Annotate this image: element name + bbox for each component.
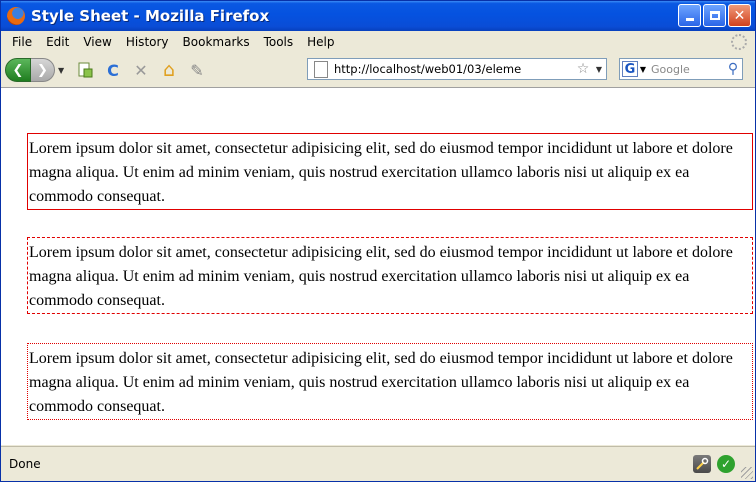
page-icon [78,62,93,78]
addon-icon: ✎ [190,60,204,80]
firefox-logo-icon [7,7,25,25]
forward-arrow-icon: ❯ [37,62,48,78]
dashed-border-paragraph: Lorem ipsum dolor sit amet, consectetur … [27,237,753,314]
browser-window: Style Sheet - Mozilla Firefox ✕ File Edi… [0,0,756,482]
back-button[interactable]: ❮ [5,58,31,82]
status-text: Done [9,457,41,471]
wrench-icon [696,457,709,470]
menu-edit[interactable]: Edit [39,35,76,49]
activity-throbber-icon [731,34,747,50]
home-icon: ⌂ [162,59,176,81]
check-icon: ✓ [720,457,732,471]
maximize-button[interactable] [703,4,726,27]
menu-tools[interactable]: Tools [257,35,301,49]
close-button[interactable]: ✕ [728,4,751,27]
menu-file[interactable]: File [5,35,39,49]
google-engine-icon[interactable]: G [622,61,638,77]
close-icon: ✕ [733,7,746,24]
url-text[interactable]: http://localhost/web01/03/eleme [334,62,574,76]
window-controls: ✕ [678,4,751,27]
solid-border-paragraph: Lorem ipsum dolor sit amet, consectetur … [27,133,753,210]
reload-icon: C [107,60,119,80]
status-icons: ✓ [693,455,735,473]
url-bar[interactable]: http://localhost/web01/03/eleme ☆ ▼ [307,58,607,80]
devtools-icon[interactable] [693,455,711,473]
search-go-icon[interactable]: ⚲ [724,61,742,77]
dotted-border-paragraph: Lorem ipsum dolor sit amet, consectetur … [27,343,753,420]
addon-button[interactable]: ✎ [186,59,208,81]
minimize-icon [685,18,694,21]
menu-help[interactable]: Help [300,35,341,49]
menu-history[interactable]: History [119,35,176,49]
search-bar[interactable]: G ▼ Google ⚲ [619,58,743,80]
menu-bar: File Edit View History Bookmarks Tools H… [1,31,755,53]
status-bar: Done ✓ [1,446,755,481]
search-input[interactable]: Google [648,63,724,76]
stop-button[interactable]: ✕ [130,59,152,81]
back-forward-group: ❮ ❯ ▼ [5,58,68,82]
bookmark-star-icon[interactable]: ☆ [574,61,592,77]
status-ok-icon[interactable]: ✓ [717,455,735,473]
url-dropdown-icon[interactable]: ▼ [592,65,606,74]
history-dropdown-icon[interactable]: ▼ [58,66,68,75]
window-title: Style Sheet - Mozilla Firefox [31,7,270,25]
search-engine-dropdown-icon[interactable]: ▼ [638,65,648,74]
navigation-toolbar: ❮ ❯ ▼ C ✕ ⌂ ✎ http://localhost/web01/03/… [1,53,755,87]
menu-view[interactable]: View [76,35,118,49]
stop-icon: ✕ [134,60,148,80]
title-bar[interactable]: Style Sheet - Mozilla Firefox ✕ [1,1,755,31]
resize-grip-icon[interactable] [741,467,753,479]
home-button[interactable]: ⌂ [158,59,180,81]
reload-button[interactable]: C [102,59,124,81]
maximize-icon [709,11,720,20]
print-preview-button[interactable] [74,59,96,81]
forward-button[interactable]: ❯ [31,58,55,82]
page-content: Lorem ipsum dolor sit amet, consectetur … [1,87,755,445]
back-arrow-icon: ❮ [12,62,24,78]
site-identity-icon [314,60,328,78]
menu-bookmarks[interactable]: Bookmarks [176,35,257,49]
minimize-button[interactable] [678,4,701,27]
